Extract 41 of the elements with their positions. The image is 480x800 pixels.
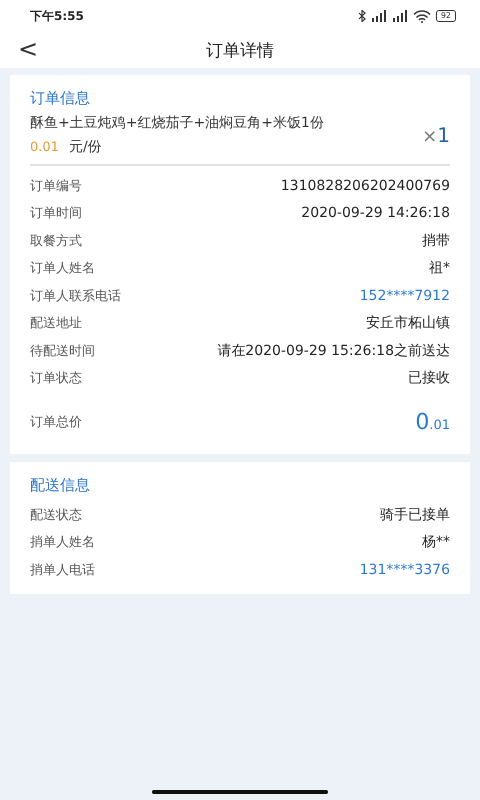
field-label: 订单时间 xyxy=(30,205,82,222)
dish-name: 酥鱼+土豆炖鸡+红烧茄子+油焖豆角+米饭1份 xyxy=(30,114,324,132)
field-value: 捎带 xyxy=(422,232,450,250)
battery-icon: 92 xyxy=(436,10,456,22)
field-label: 订单总价 xyxy=(30,414,82,431)
signal-icon xyxy=(370,10,387,22)
page-title: 订单详情 xyxy=(206,40,274,62)
field-label: 捎单人姓名 xyxy=(30,534,95,552)
total-decimal: .01 xyxy=(429,418,450,432)
field-value: 请在2020-09-29 15:26:18之前送达 xyxy=(217,342,450,360)
field-label: 配送地址 xyxy=(30,315,82,332)
home-indicator[interactable] xyxy=(152,790,328,794)
phone-link[interactable]: 131****3376 xyxy=(360,562,450,578)
unit-price: 0.01 xyxy=(30,140,59,155)
total-integer: 0 xyxy=(415,410,430,434)
field-value: 骑手已接单 xyxy=(380,506,450,524)
section-heading: 订单信息 xyxy=(30,89,91,108)
field-label: 订单状态 xyxy=(30,370,82,388)
field-label: 订单人联系电话 xyxy=(30,288,121,305)
times-sign: × xyxy=(422,126,438,147)
wifi-icon xyxy=(412,10,431,22)
field-label: 待配送时间 xyxy=(30,342,95,360)
field-value: 祖* xyxy=(429,259,450,278)
field-label: 捎单人电话 xyxy=(30,562,95,579)
bluetooth-icon xyxy=(358,10,366,22)
field-value: 杨** xyxy=(422,533,450,552)
phone-link[interactable]: 152****7912 xyxy=(360,288,450,304)
signal-icon xyxy=(392,10,408,22)
field-value: 1310828206202400769 xyxy=(280,178,450,194)
price-unit: 元/份 xyxy=(68,139,102,155)
status-time: 下午5:55 xyxy=(30,8,84,24)
field-label: 订单人姓名 xyxy=(30,260,95,278)
field-value: 2020-09-29 14:26:18 xyxy=(301,205,450,222)
section-heading: 配送信息 xyxy=(30,476,91,495)
quantity: 1 xyxy=(437,123,450,147)
back-button[interactable]: < xyxy=(14,34,42,64)
field-label: 订单编号 xyxy=(30,178,82,195)
field-label: 配送状态 xyxy=(30,506,82,524)
field-value: 已接收 xyxy=(408,369,450,388)
field-label: 取餐方式 xyxy=(30,232,82,250)
field-value: 安丘市柘山镇 xyxy=(366,314,450,332)
